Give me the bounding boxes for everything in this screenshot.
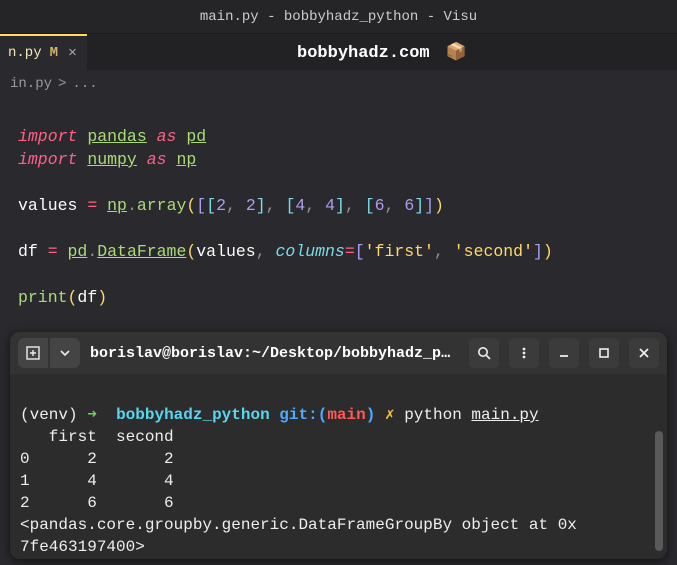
ref-np: np (107, 196, 127, 215)
menu-button[interactable] (509, 338, 539, 368)
search-button[interactable] (469, 338, 499, 368)
breadcrumb-more: ... (72, 76, 97, 92)
kwarg-columns: columns (276, 242, 345, 261)
alias-np: np (176, 150, 196, 169)
search-icon (477, 346, 492, 361)
terminal-scrollbar[interactable] (655, 431, 663, 551)
banner-overlay: bobbyhadz.com 📦 (87, 42, 677, 63)
keyword-import: import (18, 150, 77, 169)
tab-bar: n.py M × bobbyhadz.com 📦 (0, 34, 677, 70)
out-row-0: 0 2 2 (20, 450, 174, 468)
num: 6 (404, 196, 414, 215)
breadcrumb-file: in.py (10, 76, 52, 92)
num: 4 (325, 196, 335, 215)
fn-array: array (137, 196, 187, 215)
out-header: first second (20, 428, 174, 446)
prompt-venv: (venv) (20, 406, 78, 424)
str-second: 'second' (454, 242, 533, 261)
tab-menu-button[interactable] (50, 338, 80, 368)
keyword-import: import (18, 127, 77, 146)
terminal-panel: borislav@borislav:~/Desktop/bobbyhadz_py… (10, 332, 667, 559)
banner-text: bobbyhadz.com (297, 44, 430, 63)
str-first: 'first' (365, 242, 434, 261)
ref-pd: pd (68, 242, 88, 261)
num: 6 (375, 196, 385, 215)
num: 2 (216, 196, 226, 215)
prompt-git-label: git:( (279, 406, 327, 424)
op-assign: = (48, 242, 58, 261)
kebab-icon (517, 346, 531, 360)
window-title: main.py - bobbyhadz_python - Visu (200, 9, 477, 25)
window-title-bar: main.py - bobbyhadz_python - Visu (0, 0, 677, 34)
arg-values: values (196, 242, 255, 261)
prompt-arrow-icon: ➜ (87, 406, 97, 424)
plus-box-icon (26, 346, 40, 360)
num: 4 (295, 196, 305, 215)
arg-df: df (77, 288, 97, 307)
minimize-button[interactable] (549, 338, 579, 368)
breadcrumb[interactable]: in.py > ... (0, 70, 677, 98)
tab-filename: n.py (8, 45, 42, 61)
out-row-1: 1 4 4 (20, 472, 174, 490)
chevron-right-icon: > (58, 76, 66, 92)
maximize-button[interactable] (589, 338, 619, 368)
op-assign: = (87, 196, 97, 215)
bracket: [ (206, 196, 216, 215)
terminal-header[interactable]: borislav@borislav:~/Desktop/bobbyhadz_py… (10, 332, 667, 374)
close-icon (638, 347, 650, 359)
alias-pd: pd (186, 127, 206, 146)
tab-modified-badge: M (50, 45, 58, 61)
close-button[interactable] (629, 338, 659, 368)
cmd-python: python (404, 406, 462, 424)
keyword-as: as (147, 150, 167, 169)
prompt-git-close: ) (366, 406, 376, 424)
out-obj-1: <pandas.core.groupby.generic.DataFrameGr… (20, 516, 577, 534)
out-obj-2: 7fe463197400> (20, 538, 145, 556)
out-row-2: 2 6 6 (20, 494, 174, 512)
prompt-dir: bobbyhadz_python (116, 406, 270, 424)
package-icon: 📦 (446, 42, 467, 63)
keyword-as: as (157, 127, 177, 146)
fn-print: print (18, 288, 68, 307)
bracket: [ (196, 196, 206, 215)
chevron-down-icon (60, 348, 70, 358)
close-icon[interactable]: × (66, 45, 79, 62)
terminal-title: borislav@borislav:~/Desktop/bobbyhadz_py… (90, 345, 459, 362)
new-tab-button[interactable] (18, 338, 48, 368)
fn-dataframe: DataFrame (97, 242, 186, 261)
editor-tab-main-py[interactable]: n.py M × (0, 34, 87, 70)
num: 2 (246, 196, 256, 215)
paren: ( (186, 196, 196, 215)
var-values: values (18, 196, 77, 215)
prompt-dirty-icon: ✗ (385, 406, 395, 424)
var-df: df (18, 242, 38, 261)
dot: . (127, 196, 137, 215)
prompt-branch: main (327, 406, 365, 424)
terminal-body[interactable]: (venv) ➜ bobbyhadz_python git:(main) ✗ p… (10, 374, 667, 559)
cmd-file: main.py (471, 406, 538, 424)
module-pandas: pandas (87, 127, 146, 146)
module-numpy: numpy (87, 150, 137, 169)
minimize-icon (558, 347, 570, 359)
maximize-icon (598, 347, 610, 359)
